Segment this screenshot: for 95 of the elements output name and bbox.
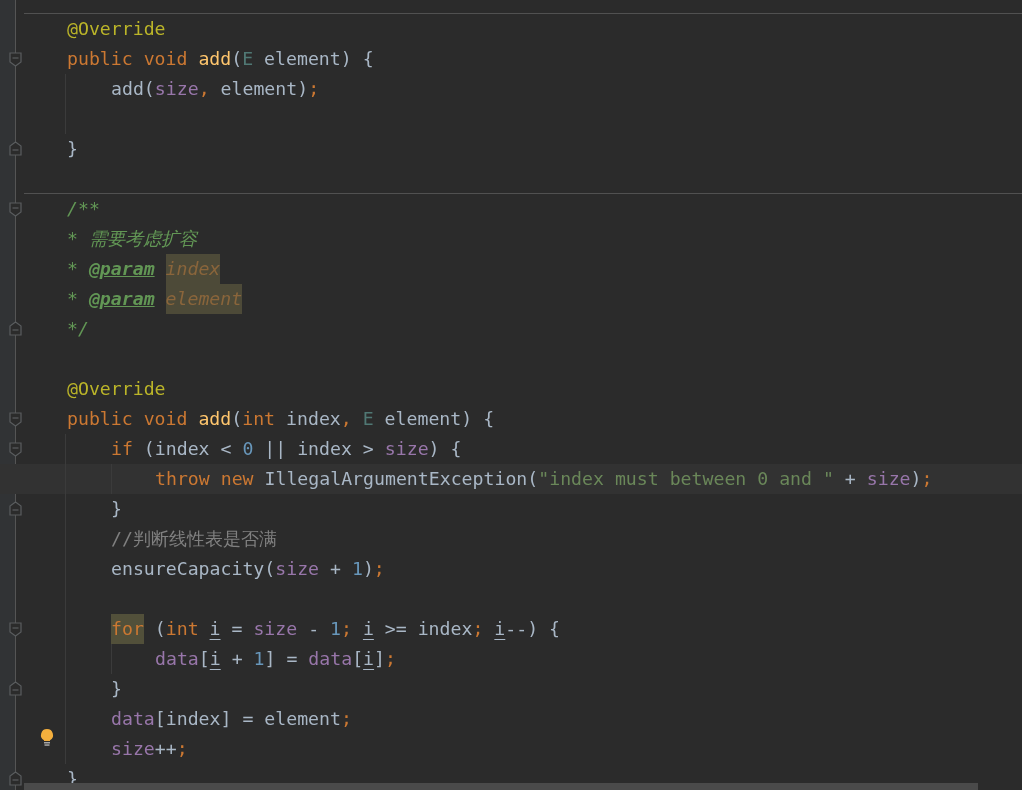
variable-token: i <box>209 617 221 641</box>
field-token: data <box>111 707 155 731</box>
type-parameter: E <box>362 407 374 431</box>
number-literal: 1 <box>253 647 265 671</box>
code-text: [ <box>198 647 210 671</box>
code-text: element) <box>220 77 309 101</box>
code-text: >= index <box>383 617 473 641</box>
annotation-token: @Override <box>67 377 166 401</box>
code-text: } <box>67 137 78 161</box>
line-comment: //判断线性表是否满 <box>111 527 277 551</box>
code-text: || index > <box>263 437 375 461</box>
code-text: ) <box>910 467 922 491</box>
code-text: ( <box>153 617 166 641</box>
code-text: = <box>230 617 244 641</box>
keyword-token: int <box>165 617 200 641</box>
keyword-token: ; <box>385 647 396 671</box>
code-text: - <box>307 617 321 641</box>
code-text: } <box>111 677 122 701</box>
field-token: size <box>384 437 429 461</box>
number-literal: 0 <box>242 437 254 461</box>
field-token: size <box>275 557 320 581</box>
code-text: [index] = element <box>154 707 341 731</box>
code-text: ensureCapacity( <box>111 557 276 581</box>
fold-icon[interactable] <box>9 321 22 336</box>
method-name: add <box>198 407 232 431</box>
code-text: ) { <box>428 437 462 461</box>
code-text: + <box>843 467 857 491</box>
keyword-token: ; <box>373 557 385 581</box>
field-token: size <box>253 617 298 641</box>
string-literal: "index must between 0 and " <box>538 467 834 491</box>
keyword-token: if <box>111 437 134 461</box>
fold-icon[interactable] <box>9 681 22 696</box>
keyword-token: ; <box>308 77 320 101</box>
keyword-token: , <box>340 407 353 431</box>
field-token: data <box>308 647 353 671</box>
doc-parameter: index <box>165 254 221 284</box>
doc-comment: * <box>67 257 79 281</box>
doc-comment: * <box>67 287 79 311</box>
fold-icon[interactable] <box>9 202 22 217</box>
code-text: ] = <box>264 647 299 671</box>
field-token: size <box>111 737 155 761</box>
code-text: index <box>286 407 341 431</box>
doc-comment: /** <box>67 197 100 221</box>
annotation-token: @Override <box>67 17 166 41</box>
lightbulb-icon[interactable] <box>40 728 54 747</box>
field-token: data <box>155 647 199 671</box>
keyword-token: ; <box>176 737 188 761</box>
code-text: } <box>111 497 122 521</box>
code-text: + <box>230 647 244 671</box>
keyword-token: ; <box>340 707 352 731</box>
fold-icon[interactable] <box>9 771 22 786</box>
code-text: IllegalArgumentException( <box>264 467 539 491</box>
keyword-token: public void <box>67 407 189 431</box>
field-token: size <box>154 77 199 101</box>
code-text: ++ <box>154 737 177 761</box>
fold-icon[interactable] <box>9 412 22 427</box>
method-name: add <box>198 47 232 71</box>
doc-tag: @param <box>88 254 155 284</box>
field-token: size <box>866 467 911 491</box>
code-text: (index < <box>143 437 233 461</box>
code-text: ( <box>231 407 243 431</box>
type-parameter: E <box>242 47 254 71</box>
code-text: ( <box>231 47 243 71</box>
highlighted-keyword: for <box>111 614 144 644</box>
fold-icon[interactable] <box>9 501 22 516</box>
variable-token: i <box>362 617 374 641</box>
keyword-token: public void <box>67 47 189 71</box>
code-text: + <box>329 557 342 581</box>
keyword-token: throw new <box>155 467 255 491</box>
keyword-token: , <box>198 77 211 101</box>
doc-comment: */ <box>67 317 89 341</box>
number-literal: 1 <box>351 557 363 581</box>
fold-icon[interactable] <box>9 141 22 156</box>
code-text: ] <box>374 647 385 671</box>
number-literal: 1 <box>330 617 341 641</box>
doc-tag: @param <box>88 284 155 314</box>
keyword-token: ; <box>472 617 485 641</box>
keyword-token: ; <box>921 467 933 491</box>
code-text: [ <box>352 647 364 671</box>
fold-icon[interactable] <box>9 52 22 67</box>
code-text: add( <box>111 77 155 101</box>
variable-token: i <box>209 647 221 671</box>
horizontal-scrollbar[interactable] <box>24 783 978 790</box>
doc-comment: * 需要考虑扩容 <box>67 227 197 251</box>
variable-token: i <box>494 617 506 641</box>
code-text: element) { <box>383 407 495 431</box>
keyword-token: ; <box>341 617 353 641</box>
code-text: ) <box>362 557 374 581</box>
variable-token: i <box>363 647 375 671</box>
code-text: element) { <box>263 47 374 71</box>
doc-parameter: element <box>165 284 243 314</box>
fold-icon[interactable] <box>9 622 22 637</box>
code-text: --) { <box>505 617 561 641</box>
fold-icon[interactable] <box>9 442 22 457</box>
keyword-token: int <box>242 407 277 431</box>
